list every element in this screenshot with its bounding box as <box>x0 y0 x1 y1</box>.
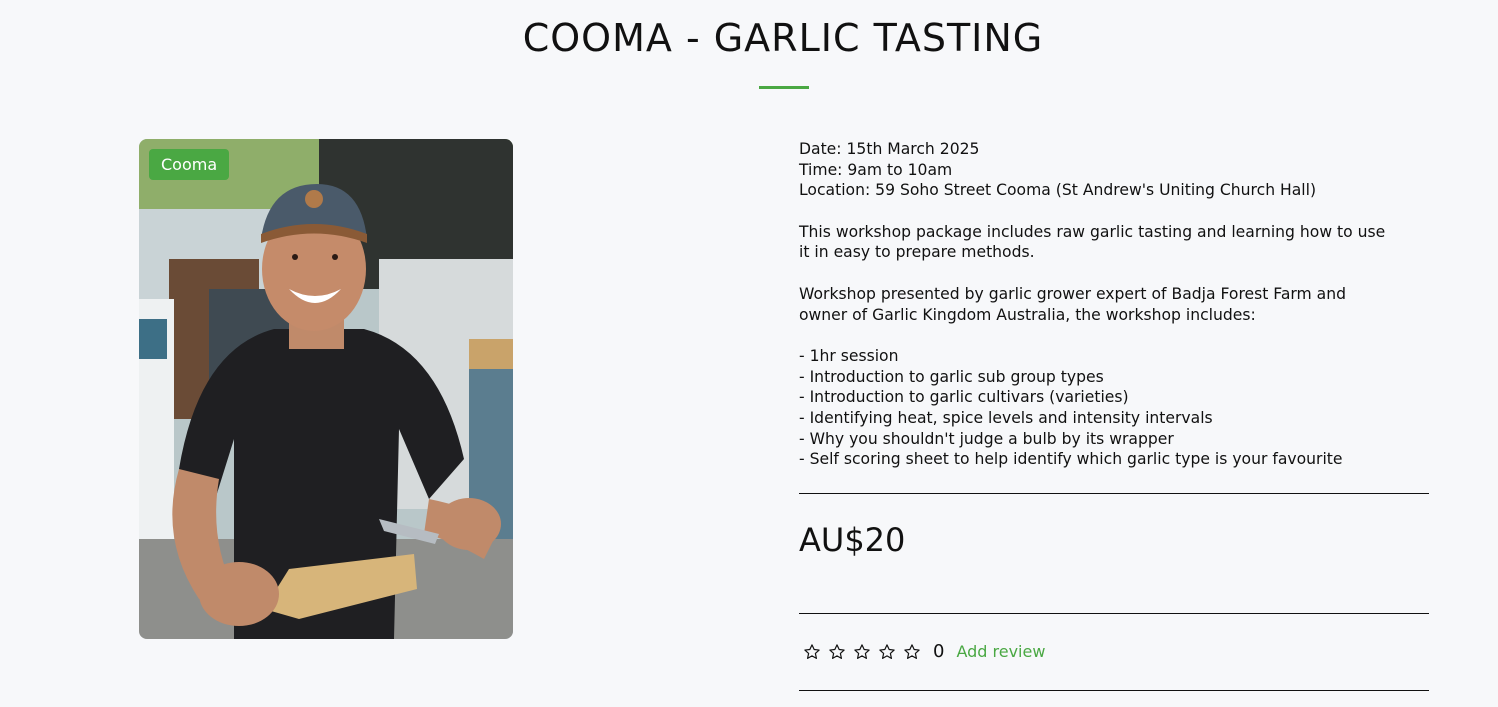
event-time: Time: 9am to 10am <box>799 160 953 179</box>
event-location: Location: 59 Soho Street Cooma (St Andre… <box>799 181 1317 200</box>
description-line: it in easy to prepare methods. <box>799 243 1035 262</box>
description-line: Workshop presented by garlic grower expe… <box>799 284 1347 303</box>
product-description: Date: 15th March 2025 Time: 9am to 10am … <box>799 139 1429 470</box>
divider <box>799 613 1429 614</box>
star-outline-icon[interactable] <box>803 643 821 661</box>
description-line: This workshop package includes raw garli… <box>799 222 1386 241</box>
description-paragraph-2: Workshop presented by garlic grower expe… <box>799 284 1429 325</box>
list-item: - Self scoring sheet to help identify wh… <box>799 450 1343 469</box>
star-outline-icon[interactable] <box>828 643 846 661</box>
list-item: - 1hr session <box>799 347 899 366</box>
workshop-includes-list: - 1hr session - Introduction to garlic s… <box>799 346 1429 470</box>
review-count: 0 <box>933 641 945 662</box>
list-item: - Introduction to garlic cultivars (vari… <box>799 388 1129 407</box>
description-paragraph-1: This workshop package includes raw garli… <box>799 222 1429 263</box>
list-item: - Introduction to garlic sub group types <box>799 367 1104 386</box>
page-title: COOMA - GARLIC TASTING <box>522 16 1044 60</box>
location-badge: Cooma <box>149 149 230 180</box>
star-outline-icon[interactable] <box>878 643 896 661</box>
event-date: Date: 15th March 2025 <box>799 140 980 158</box>
title-underline <box>759 86 809 89</box>
list-item: - Why you shouldn't judge a bulb by its … <box>799 429 1174 448</box>
product-image[interactable]: Cooma <box>139 139 513 639</box>
divider <box>799 690 1429 691</box>
product-photo <box>139 139 513 639</box>
star-outline-icon[interactable] <box>853 643 871 661</box>
divider <box>799 493 1429 494</box>
list-item: - Identifying heat, spice levels and int… <box>799 408 1213 427</box>
add-review-link[interactable]: Add review <box>956 642 1045 661</box>
product-page: COOMA - GARLIC TASTING Cooma Date: 15th … <box>0 0 1498 707</box>
product-price: AU$20 <box>799 521 906 559</box>
description-line: owner of Garlic Kingdom Australia, the w… <box>799 305 1256 324</box>
star-outline-icon[interactable] <box>903 643 921 661</box>
rating-row: 0 Add review <box>803 641 1045 662</box>
